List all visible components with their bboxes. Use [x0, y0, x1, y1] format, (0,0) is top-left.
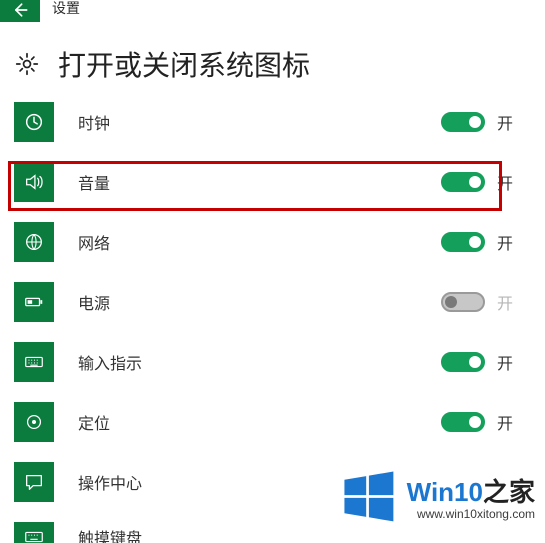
page-title: 打开或关闭系统图标	[58, 44, 310, 84]
network-icon-tile	[14, 222, 54, 262]
back-button[interactable]	[0, 0, 40, 22]
volume-icon	[23, 171, 45, 193]
toggle-state: 开	[497, 230, 513, 254]
clock-icon	[23, 111, 45, 133]
row-label: 触摸键盘	[78, 525, 517, 543]
keyboard-icon	[23, 351, 45, 373]
watermark-brand: Win10之家	[407, 472, 535, 509]
watermark-url: www.win10xitong.com	[407, 507, 535, 521]
toggle-state: 开	[497, 170, 513, 194]
windows-logo-icon	[339, 467, 397, 525]
toggle-ime[interactable]	[441, 352, 485, 372]
clock-icon-tile	[14, 102, 54, 142]
toggle-state: 开	[497, 110, 513, 134]
toggle-volume[interactable]	[441, 172, 485, 192]
row-label: 音量	[78, 170, 441, 194]
power-icon-tile	[14, 282, 54, 322]
ime-icon-tile	[14, 342, 54, 382]
row-ime: 输入指示 开	[14, 342, 517, 382]
row-network: 网络 开	[14, 222, 517, 262]
arrow-left-icon	[10, 0, 30, 20]
row-label: 时钟	[78, 110, 441, 134]
toggle-state: 开	[497, 290, 513, 314]
toggle-network[interactable]	[441, 232, 485, 252]
gear-icon	[14, 51, 40, 77]
row-clock: 时钟 开	[14, 102, 517, 142]
battery-icon	[23, 291, 45, 313]
toggle-clock[interactable]	[441, 112, 485, 132]
touch-keyboard-icon-tile	[14, 522, 54, 543]
row-touch-keyboard: 触摸键盘	[14, 522, 517, 543]
globe-icon	[23, 231, 45, 253]
keyboard-icon	[23, 526, 45, 543]
location-icon	[23, 411, 45, 433]
row-label: 输入指示	[78, 350, 441, 374]
location-icon-tile	[14, 402, 54, 442]
row-label: 网络	[78, 230, 441, 254]
message-icon	[23, 471, 45, 493]
watermark: Win10之家 www.win10xitong.com	[339, 467, 535, 525]
row-location: 定位 开	[14, 402, 517, 442]
volume-icon-tile	[14, 162, 54, 202]
toggle-power	[441, 292, 485, 312]
page-header: 打开或关闭系统图标	[14, 44, 545, 84]
row-label: 电源	[78, 290, 441, 314]
app-title: 设置	[52, 0, 80, 18]
row-volume: 音量 开	[14, 162, 517, 202]
action-center-icon-tile	[14, 462, 54, 502]
row-power: 电源 开	[14, 282, 517, 322]
toggle-state: 开	[497, 410, 513, 434]
toggle-state: 开	[497, 350, 513, 374]
row-label: 定位	[78, 410, 441, 434]
toggle-location[interactable]	[441, 412, 485, 432]
